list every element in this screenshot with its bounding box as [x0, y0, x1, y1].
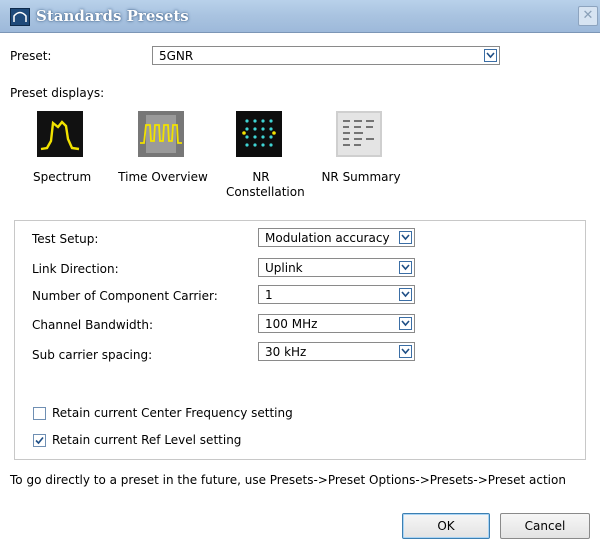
time-overview-icon: [138, 111, 184, 157]
chevron-down-icon[interactable]: [484, 49, 497, 62]
chevron-down-icon[interactable]: [399, 288, 412, 301]
ok-button[interactable]: OK: [402, 513, 490, 539]
retain-center-frequency-checkbox[interactable]: [33, 407, 46, 420]
display-caption-spectrum: Spectrum: [33, 170, 92, 184]
settings-group: [14, 220, 586, 460]
setting-label: Sub carrier spacing:: [32, 348, 153, 362]
checkbox-label: Retain current Ref Level setting: [52, 433, 242, 447]
preset-select[interactable]: 5GNR: [152, 46, 500, 65]
setting-label: Channel Bandwidth:: [32, 318, 154, 332]
setting-label: Test Setup:: [32, 232, 99, 246]
display-caption-time-overview: Time Overview: [118, 170, 208, 184]
component-carrier-select[interactable]: 1: [258, 285, 415, 304]
setting-value: 1: [265, 288, 273, 302]
preset-select-value: 5GNR: [159, 49, 194, 63]
setting-value: Modulation accuracy: [265, 231, 390, 245]
chevron-down-icon[interactable]: [399, 317, 412, 330]
checkbox-label: Retain current Center Frequency setting: [52, 406, 293, 420]
chevron-down-icon[interactable]: [399, 345, 412, 358]
chevron-down-icon[interactable]: [399, 261, 412, 274]
channel-bandwidth-select[interactable]: 100 MHz: [258, 314, 415, 333]
chevron-down-icon[interactable]: [399, 231, 412, 244]
title-bar: Standards Presets ✕: [0, 0, 600, 33]
display-caption-nr-summary: NR Summary: [321, 170, 401, 184]
test-setup-select[interactable]: Modulation accuracy: [258, 228, 415, 247]
spectrum-icon: [37, 111, 83, 157]
preset-label: Preset:: [10, 49, 52, 63]
link-direction-select[interactable]: Uplink: [258, 258, 415, 277]
window-title: Standards Presets: [36, 7, 189, 25]
app-window-icon: [10, 8, 30, 26]
hint-text: To go directly to a preset in the future…: [10, 473, 566, 487]
nr-constellation-icon: [236, 111, 282, 157]
setting-label: Link Direction:: [32, 262, 119, 276]
preset-displays-label: Preset displays:: [10, 86, 105, 100]
subcarrier-spacing-select[interactable]: 30 kHz: [258, 342, 415, 361]
setting-label: Number of Component Carrier:: [32, 289, 218, 303]
nr-summary-icon: [336, 111, 382, 157]
setting-value: 100 MHz: [265, 317, 318, 331]
retain-ref-level-checkbox[interactable]: [33, 434, 46, 447]
display-caption-nr-constellation: NR Constellation: [226, 170, 305, 199]
setting-value: 30 kHz: [265, 345, 307, 359]
cancel-button[interactable]: Cancel: [500, 513, 590, 539]
setting-value: Uplink: [265, 261, 303, 275]
close-icon[interactable]: ✕: [578, 6, 598, 26]
